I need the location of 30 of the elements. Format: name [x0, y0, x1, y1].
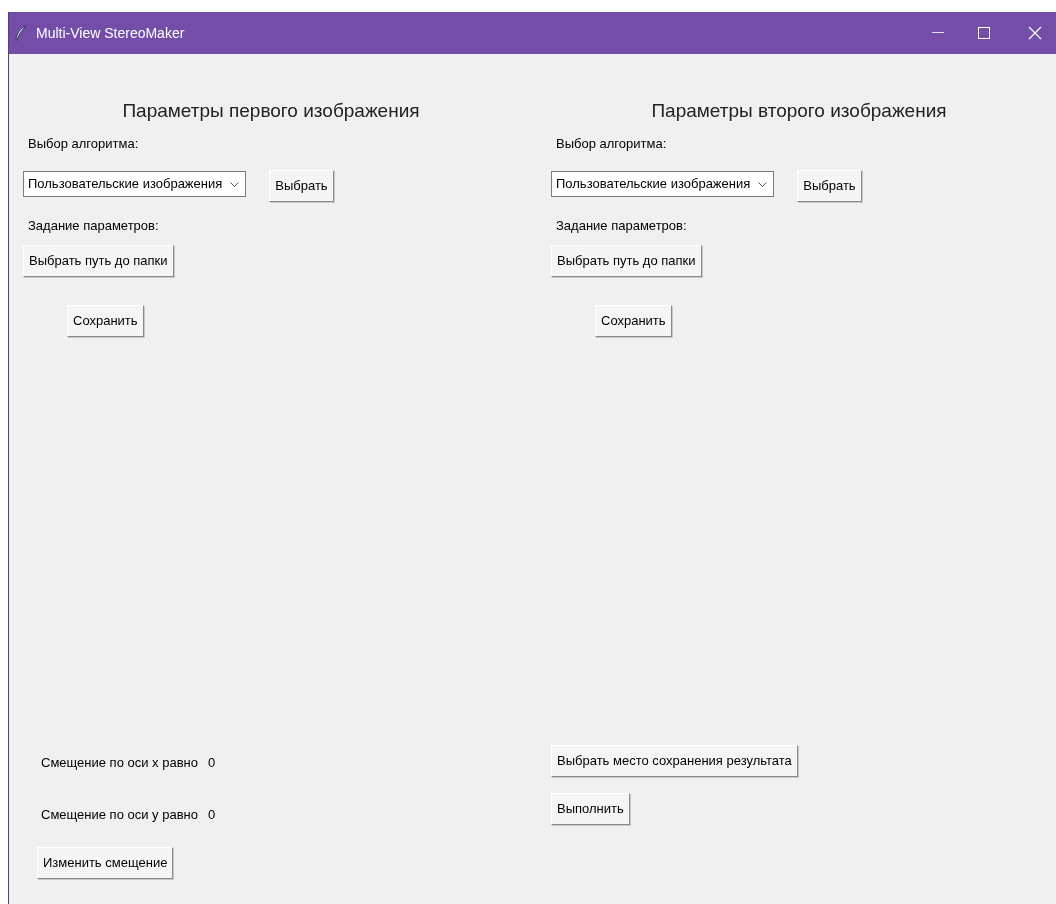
- field-label: Задание параметров:: [28, 218, 159, 234]
- field-label: Выбор алгоритма:: [28, 136, 139, 152]
- window-title: Multi-View StereoMaker: [36, 23, 185, 43]
- panel-heading: Параметры первого изображения: [122, 99, 420, 123]
- algorithm-dropdown[interactable]: Пользовательские изображения: [23, 171, 247, 197]
- offset-value: 0: [208, 806, 216, 825]
- choose-folder-button[interactable]: Выбрать путь до папки: [551, 245, 702, 277]
- dropdown-value: Пользовательские изображения: [556, 175, 751, 194]
- offset-label: Смещение по оси y равно: [41, 806, 198, 825]
- save-button[interactable]: Сохранить: [67, 305, 144, 337]
- feather-icon: [14, 25, 28, 41]
- dropdown-value: Пользовательские изображения: [28, 175, 223, 194]
- offset-label: Смещение по оси x равно: [41, 754, 198, 773]
- save-button[interactable]: Сохранить: [595, 305, 672, 337]
- maximize-icon[interactable]: [978, 27, 990, 39]
- field-label: Выбор алгоритма:: [556, 136, 667, 152]
- field-label: Задание параметров:: [556, 218, 687, 234]
- select-button[interactable]: Выбрать: [797, 170, 862, 202]
- run-button[interactable]: Выполнить: [551, 793, 630, 825]
- choose-folder-button[interactable]: Выбрать путь до папки: [23, 245, 174, 277]
- algorithm-dropdown[interactable]: Пользовательские изображения: [551, 171, 775, 197]
- choose-output-button[interactable]: Выбрать место сохранения результата: [551, 745, 798, 777]
- panel-heading: Параметры второго изображения: [651, 99, 947, 123]
- select-button[interactable]: Выбрать: [269, 170, 334, 202]
- minimize-icon[interactable]: [932, 32, 944, 34]
- close-icon[interactable]: [1028, 26, 1042, 40]
- chevron-down-icon: [758, 181, 768, 187]
- change-offset-button[interactable]: Изменить смещение: [37, 847, 174, 879]
- offset-value: 0: [208, 754, 216, 773]
- chevron-down-icon: [230, 181, 240, 187]
